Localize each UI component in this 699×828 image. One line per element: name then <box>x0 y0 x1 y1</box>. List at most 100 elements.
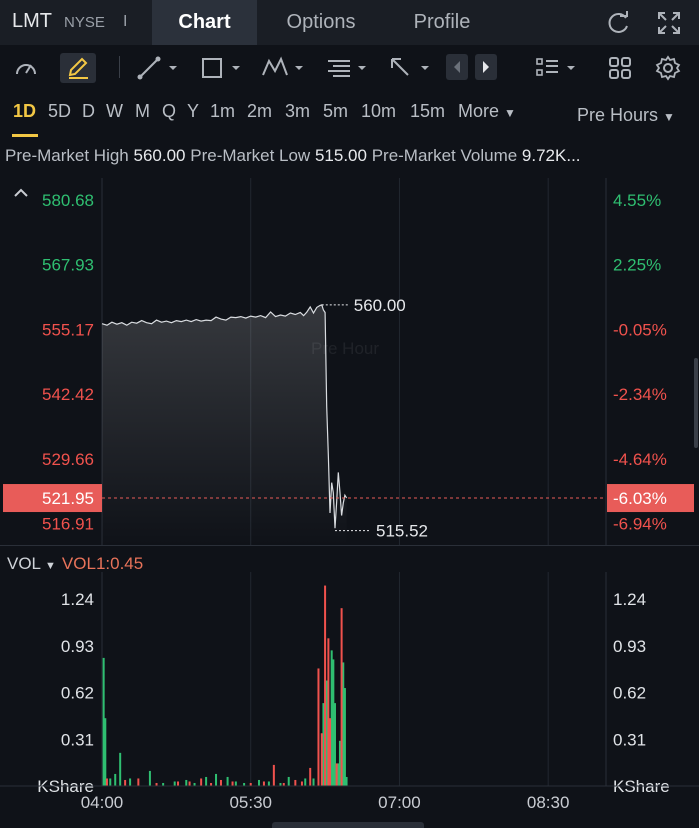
period-15m[interactable]: 15m <box>410 101 445 122</box>
volume-bar-up <box>234 781 237 786</box>
fullscreen-icon[interactable] <box>656 10 682 36</box>
y-axis-tick-right: -6.94% <box>613 515 667 534</box>
x-axis-tick: 04:00 <box>81 793 124 812</box>
volume-bar-down <box>272 764 275 786</box>
vol-y-tick-right: 0.31 <box>613 730 646 749</box>
y-axis-tick-right: -4.64% <box>613 450 667 469</box>
rectangle-tool-icon[interactable] <box>199 53 245 83</box>
volume-bar-down <box>200 778 203 786</box>
pattern-tool-icon[interactable] <box>260 53 308 83</box>
vol-y-tick-left: 0.93 <box>61 637 94 656</box>
x-axis-tick: 08:30 <box>527 793 570 812</box>
volume-bar-up <box>119 752 122 786</box>
volume-value: 9.72K... <box>521 146 581 165</box>
price-chart[interactable]: Pre Hour580.68 4.55%567.93 2.25%555.17 -0.0… <box>0 178 699 546</box>
volume-header[interactable]: VOL ▼ VOL1:0.45 <box>7 554 143 574</box>
tab-profile[interactable]: Profile <box>392 0 492 45</box>
volume-bar-down <box>177 781 180 786</box>
high-label: Pre-Market High <box>5 146 129 165</box>
volume-bar-up <box>287 776 290 786</box>
draw-pencil-icon[interactable] <box>60 53 96 83</box>
volume-bar-down <box>324 585 327 786</box>
current-change-label: -6.03% <box>613 489 667 508</box>
volume-bar-up <box>267 781 270 786</box>
volume-bar-down <box>317 668 320 786</box>
chevron-down-icon: ▼ <box>663 110 675 124</box>
y-axis-tick-left: 555.17 <box>42 320 94 339</box>
session-selector[interactable]: Pre Hours ▼ <box>577 105 675 126</box>
volume-bar-up <box>215 773 218 786</box>
collapse-chevron-icon[interactable] <box>12 186 30 200</box>
period-5d[interactable]: 5D <box>48 101 71 122</box>
low-label: Pre-Market Low <box>190 146 311 165</box>
period-1m[interactable]: 1m <box>210 101 235 122</box>
more-periods-button[interactable]: More ▼ <box>458 101 516 122</box>
chevron-down-icon: ▼ <box>504 106 516 120</box>
volume-bar-down <box>340 608 343 786</box>
period-5m[interactable]: 5m <box>323 101 348 122</box>
period-q[interactable]: Q <box>162 101 176 122</box>
volume-bar-up <box>104 718 107 786</box>
period-1d[interactable]: 1D <box>13 101 36 122</box>
vol-y-tick-right: 0.93 <box>613 637 646 656</box>
prev-arrow-icon[interactable] <box>446 54 468 80</box>
line-tool-icon[interactable] <box>136 53 182 83</box>
volume-title: VOL <box>7 554 42 573</box>
period-2m[interactable]: 2m <box>247 101 272 122</box>
refresh-icon[interactable] <box>606 10 632 36</box>
current-price-label: 521.95 <box>42 489 94 508</box>
low-value: 515.00 <box>314 146 367 165</box>
volume-bar-down <box>335 763 338 786</box>
volume-bar-up <box>304 778 307 786</box>
period-w[interactable]: W <box>106 101 123 122</box>
y-axis-tick-right: 2.25% <box>613 256 661 275</box>
ticker-symbol: LMT <box>12 10 52 32</box>
y-axis-tick-left: 529.66 <box>42 450 94 469</box>
chevron-down-icon: ▼ <box>45 560 56 572</box>
volume-bar-down <box>294 779 297 786</box>
next-arrow-icon[interactable] <box>475 54 497 80</box>
vol-y-tick-left: 1.24 <box>61 590 94 609</box>
header-separator: I <box>123 13 128 30</box>
volume-bar-down <box>137 778 140 786</box>
volume-bar-down <box>124 779 127 786</box>
y-axis-tick-right: 4.55% <box>613 191 661 210</box>
y-axis-tick-right: -2.34% <box>613 385 667 404</box>
y-axis-tick-left: 516.91 <box>42 515 94 534</box>
panel-resize-handle[interactable] <box>272 822 424 828</box>
settings-icon[interactable] <box>654 53 682 83</box>
volume-chart[interactable]: 1.24 1.240.93 0.930.62 0.620.31 0.31KShare KS… <box>0 572 699 822</box>
volume-bar-down <box>231 781 234 786</box>
volume-bar-up <box>129 778 132 786</box>
volume-bar-up <box>148 770 151 786</box>
indicator-gauge-icon[interactable] <box>12 53 40 83</box>
active-period-indicator <box>12 134 38 137</box>
volume-bar-up <box>114 773 117 786</box>
period-10m[interactable]: 10m <box>361 101 396 122</box>
list-icon[interactable] <box>534 53 580 83</box>
tab-chart[interactable]: Chart <box>152 0 257 45</box>
high-value: 560.00 <box>133 146 186 165</box>
grid-icon[interactable] <box>606 53 634 83</box>
period-m[interactable]: M <box>135 101 150 122</box>
volume-bar-down <box>320 733 323 786</box>
high-marker-label: 560.00 <box>354 296 406 315</box>
toolbar-divider <box>119 56 120 78</box>
volume-bar-up <box>185 779 188 786</box>
volume-label: Pre-Market Volume <box>371 146 518 165</box>
tab-options[interactable]: Options <box>266 0 376 45</box>
fibonacci-tool-icon[interactable] <box>325 53 371 83</box>
low-marker-label: 515.52 <box>376 522 428 541</box>
arrow-tool-icon[interactable] <box>388 53 434 83</box>
period-3m[interactable]: 3m <box>285 101 310 122</box>
y-axis-tick-left: 580.68 <box>42 191 94 210</box>
volume-bar-down <box>105 778 108 786</box>
volume-indicator-value: VOL1:0.45 <box>61 554 144 573</box>
premarket-info-row: Pre-Market High 560.00 Pre-Market Low 51… <box>5 146 581 166</box>
period-y[interactable]: Y <box>187 101 199 122</box>
vol-y-tick-left: 0.31 <box>61 730 94 749</box>
x-axis-tick: 07:00 <box>378 793 421 812</box>
volume-bar-up <box>257 779 260 786</box>
scroll-bar <box>694 358 698 448</box>
period-d[interactable]: D <box>82 101 95 122</box>
